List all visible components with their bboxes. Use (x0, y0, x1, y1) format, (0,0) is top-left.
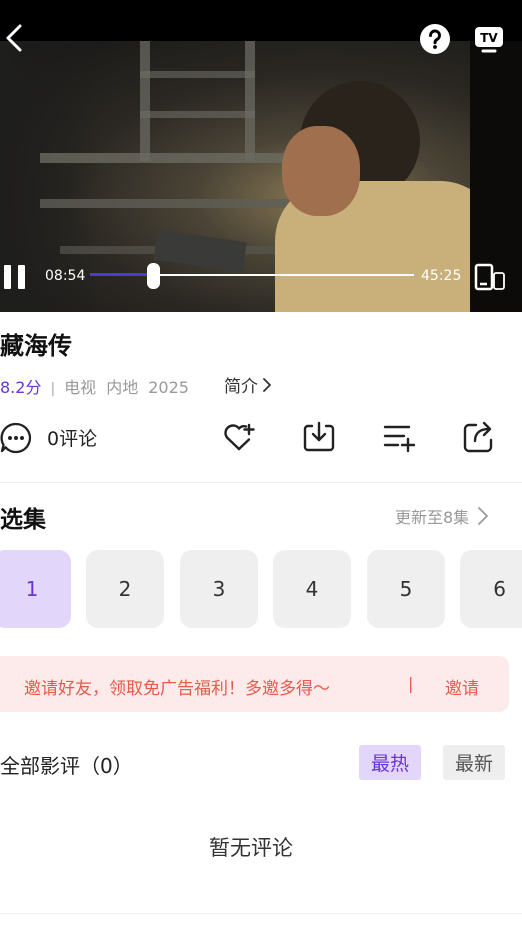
progress-thumb[interactable] (147, 263, 160, 289)
current-time: 08:54 (45, 268, 86, 284)
invite-text: 邀请好友，领取免广告福利！多邀多得～ (24, 679, 330, 699)
update-label: 更新至8集 (395, 508, 470, 527)
episode-4[interactable]: 4 (273, 550, 351, 628)
pause-icon[interactable] (2, 263, 28, 291)
episode-6-label: 6 (493, 577, 506, 601)
svg-text:TV: TV (480, 31, 498, 45)
total-time: 45:25 (421, 268, 462, 284)
episode-1[interactable]: 1 (0, 550, 71, 628)
episode-6[interactable]: 6 (460, 550, 522, 628)
progress-fill (90, 273, 154, 276)
help-icon[interactable] (419, 23, 451, 55)
show-meta: 8.2分 | 电视 内地 2025 (0, 374, 189, 398)
reviews-title: 全部影评（0） (0, 754, 133, 778)
comment-count[interactable]: 0评论 (47, 424, 97, 451)
divider (0, 482, 522, 483)
meta-separator: | (50, 381, 56, 397)
episode-2[interactable]: 2 (86, 550, 164, 628)
invite-button[interactable]: 邀请 (445, 674, 479, 699)
share-icon[interactable] (462, 420, 496, 454)
score: 8.2分 (0, 378, 42, 397)
episodes-title: 选集 (0, 507, 46, 533)
show-year: 2025 (148, 378, 189, 397)
sort-hot-button[interactable]: 最热 (359, 745, 421, 780)
comment-icon[interactable] (0, 422, 32, 454)
show-region: 内地 (106, 378, 139, 397)
video-player[interactable]: TV 08:54 45:25 (0, 0, 522, 312)
intro-link[interactable]: 简介 (224, 372, 272, 397)
intro-label: 简介 (224, 377, 258, 397)
favorite-add-icon[interactable] (222, 420, 256, 454)
chevron-right-icon (478, 507, 489, 525)
back-icon[interactable] (2, 22, 26, 54)
add-to-playlist-icon[interactable] (382, 420, 416, 454)
episode-5[interactable]: 5 (367, 550, 445, 628)
divider (0, 913, 522, 914)
show-title: 藏海传 (0, 332, 72, 360)
download-icon[interactable] (302, 420, 336, 454)
episode-3[interactable]: 3 (180, 550, 258, 628)
invite-separator: | (408, 674, 414, 693)
empty-reviews-text: 暂无评论 (209, 836, 293, 860)
sort-new-button[interactable]: 最新 (443, 745, 505, 780)
episodes-update-link[interactable]: 更新至8集 (395, 504, 489, 528)
show-type: 电视 (64, 378, 97, 397)
fullscreen-icon[interactable] (474, 263, 506, 291)
tv-icon[interactable]: TV (473, 22, 505, 54)
chevron-right-icon (263, 377, 271, 392)
